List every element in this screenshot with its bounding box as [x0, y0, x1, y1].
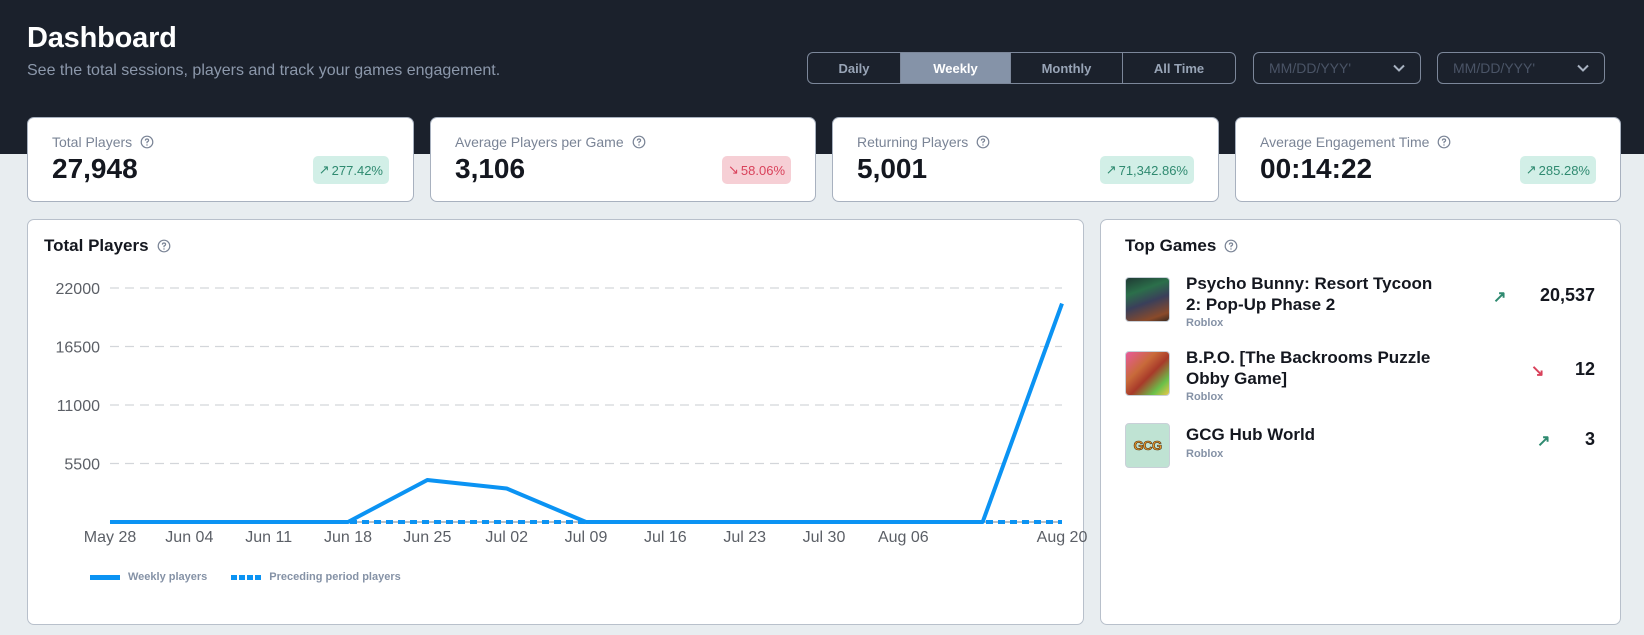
arrow-up-right-icon: ↗ [1105, 162, 1117, 177]
help-circle-icon[interactable] [632, 135, 646, 149]
stat-card-returning-players: Returning Players 5,001 ↗ 71,342.86% [832, 117, 1219, 202]
top-games-title: Top Games [1125, 236, 1217, 255]
period-monthly-button[interactable]: Monthly [1011, 53, 1123, 83]
x-tick-label: Jul 02 [485, 529, 528, 546]
game-platform: Roblox [1186, 448, 1224, 460]
legend-swatch-dashed [231, 574, 262, 580]
legend-item-preceding[interactable]: Preceding period players [231, 571, 401, 583]
x-tick-label: Jun 25 [403, 529, 451, 546]
page-subtitle: See the total sessions, players and trac… [27, 62, 501, 79]
x-tick-label: Jul 30 [803, 529, 846, 546]
trend-up-icon: ↗ [1537, 433, 1551, 450]
stat-value: 27,948 [52, 153, 138, 184]
x-tick-label: Jun 18 [324, 529, 372, 546]
chart-legend: Weekly players Preceding period players [90, 571, 401, 583]
game-player-count: 20,537 [1539, 285, 1595, 305]
x-tick-label: Aug 06 [878, 529, 929, 546]
arrow-up-right-icon: ↗ [1525, 162, 1537, 177]
legend-swatch-solid [90, 574, 120, 580]
end-date-placeholder: MM/DD/YYY' [1453, 60, 1536, 76]
arrow-down-right-icon: ↘ [728, 162, 739, 177]
start-date-placeholder: MM/DD/YYY' [1269, 60, 1352, 76]
game-player-count: 12 [1574, 359, 1595, 379]
x-tick-label: Jun 04 [165, 529, 213, 546]
period-selector: Daily Weekly Monthly All Time [807, 52, 1236, 84]
trend-down-icon: ↘ [1531, 363, 1545, 380]
legend-item-weekly[interactable]: Weekly players [90, 571, 207, 583]
chevron-down-icon [1393, 64, 1405, 72]
help-circle-icon[interactable] [976, 135, 990, 149]
top-game-row[interactable]: B.P.O. [The Backrooms Puzzle Obby Game] … [1125, 347, 1595, 407]
game-name: B.P.O. [The Backrooms Puzzle Obby Game] [1186, 348, 1431, 388]
game-thumbnail [1125, 351, 1170, 396]
top-games-panel: Top Games Psycho Bunny: Resort Tycoon 2:… [1100, 219, 1621, 625]
stat-card-avg-engagement-time: Average Engagement Time 00:14:22 ↗ 285.28… [1235, 117, 1621, 202]
x-tick-label: Aug 20 [1037, 529, 1088, 546]
x-tick-label: May 28 [84, 529, 137, 546]
stat-card-avg-players-per-game: Average Players per Game 3,106 ↘ 58.06% [430, 117, 816, 202]
line-chart: 5500 11000 16500 22000 May 28 Jun 04 Jun 11 Ju… [56, 281, 1088, 546]
stat-value: 3,106 [455, 153, 526, 184]
trend-up-icon: ↗ [1493, 289, 1507, 306]
top-game-row[interactable]: GCG GCG Hub World Roblox ↗ 3 [1125, 421, 1595, 471]
page-title: Dashboard [27, 22, 177, 54]
stat-label: Total Players [52, 134, 133, 150]
help-circle-icon[interactable] [140, 135, 154, 149]
end-date-picker[interactable]: MM/DD/YYY' [1437, 52, 1605, 84]
period-daily-button[interactable]: Daily [808, 53, 901, 83]
stat-value: 00:14:22 [1260, 153, 1373, 184]
arrow-up-right-icon: ↗ [318, 162, 330, 177]
y-tick-label: 16500 [56, 340, 101, 357]
change-badge: ↗ 71,342.86% [1099, 156, 1194, 184]
series-line-weekly-players [110, 302, 1064, 524]
x-tick-label: Jul 23 [723, 529, 766, 546]
help-circle-icon[interactable] [1437, 135, 1451, 149]
stat-label: Returning Players [857, 134, 969, 150]
x-tick-label: Jun 11 [245, 529, 292, 546]
period-all-time-button[interactable]: All Time [1123, 53, 1235, 83]
top-game-row[interactable]: Psycho Bunny: Resort Tycoon 2: Pop-Up Ph… [1125, 273, 1595, 333]
chevron-down-icon [1577, 64, 1589, 72]
y-tick-label: 5500 [64, 457, 100, 474]
game-player-count: 3 [1584, 429, 1595, 449]
x-tick-label: Jul 09 [565, 529, 608, 546]
game-thumbnail: GCG [1125, 423, 1170, 468]
game-thumbnail [1125, 277, 1170, 322]
y-tick-label: 11000 [57, 398, 100, 415]
y-tick-label: 22000 [56, 281, 101, 298]
change-badge: ↗ 277.42% [312, 156, 389, 184]
total-players-chart-panel: Total Players 5500 11000 16500 22000 May 28… [27, 219, 1088, 625]
help-circle-icon[interactable] [1224, 239, 1238, 253]
game-platform: Roblox [1186, 391, 1224, 403]
game-name: Psycho Bunny: Resort Tycoon 2: Pop-Up Ph… [1186, 274, 1433, 314]
stat-label: Average Players per Game [455, 134, 624, 150]
game-name: GCG Hub World [1186, 425, 1316, 444]
stat-value: 5,001 [857, 153, 928, 184]
change-badge: ↗ 285.28% [1519, 156, 1596, 184]
period-weekly-button[interactable]: Weekly [901, 53, 1011, 83]
change-badge: ↘ 58.06% [722, 156, 791, 184]
gcg-logo: GCG [1133, 438, 1162, 454]
stat-label: Average Engagement Time [1260, 134, 1430, 150]
game-platform: Roblox [1186, 317, 1224, 329]
start-date-picker[interactable]: MM/DD/YYY' [1253, 52, 1421, 84]
stat-card-total-players: Total Players 27,948 ↗ 277.42% [27, 117, 414, 202]
x-tick-label: Jul 16 [644, 529, 687, 546]
